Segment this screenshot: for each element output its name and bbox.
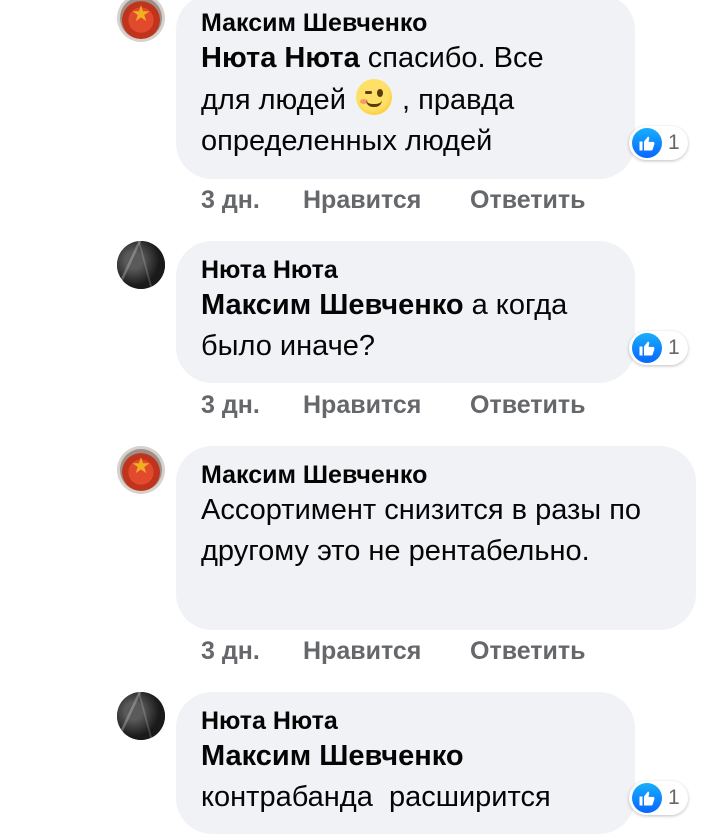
thumbs-up-icon: [632, 333, 662, 363]
reply-button[interactable]: Ответить: [470, 390, 586, 420]
star-icon: ★: [131, 454, 151, 479]
comment-author[interactable]: Нюта Нюта: [201, 255, 610, 285]
comment-text: Максим Шевченко а когда было иначе?: [201, 285, 611, 367]
comment-actions: 3 дн. Нравится Ответить: [201, 185, 586, 215]
comment-bubble: Нюта Нюта Максим Шевченко а когда было и…: [176, 241, 635, 383]
mention-link[interactable]: Максим Шевченко: [201, 289, 464, 321]
profile-photo-icon: [117, 692, 165, 740]
comment-text: Нюта Нюта спасибо. Все для людей , правд…: [201, 38, 601, 162]
comment-timestamp[interactable]: 3 дн.: [201, 390, 303, 420]
reaction-badge[interactable]: 1: [629, 781, 688, 815]
reply-button[interactable]: Ответить: [470, 185, 586, 215]
comment-actions: 3 дн. Нравится Ответить: [201, 636, 586, 666]
avatar[interactable]: ★: [117, 0, 165, 42]
comment-actions: 3 дн. Нравится Ответить: [201, 390, 586, 420]
like-button[interactable]: Нравится: [303, 636, 470, 666]
avatar[interactable]: ★: [117, 446, 165, 494]
avatar[interactable]: [117, 692, 165, 740]
comment-bubble: Максим Шевченко Ассортимент снизится в р…: [176, 446, 696, 630]
comment-bubble: Максим Шевченко Нюта Нюта спасибо. Все д…: [176, 0, 635, 179]
mention-link[interactable]: Максим Шевченко: [201, 740, 464, 772]
comment-timestamp[interactable]: 3 дн.: [201, 185, 303, 215]
comment-author[interactable]: Максим Шевченко: [201, 460, 671, 490]
reaction-count: 1: [668, 786, 680, 809]
thumbs-up-icon: [632, 783, 662, 813]
comment-text: Максим Шевченко контрабанда расширится: [201, 736, 621, 818]
comment-timestamp[interactable]: 3 дн.: [201, 636, 303, 666]
reaction-count: 1: [668, 131, 680, 154]
star-icon: ★: [131, 2, 151, 27]
like-button[interactable]: Нравится: [303, 185, 470, 215]
like-button[interactable]: Нравится: [303, 390, 470, 420]
reaction-badge[interactable]: 1: [629, 126, 688, 160]
comment-text-part: контрабанда расширится: [201, 781, 551, 813]
profile-photo-icon: [117, 241, 165, 289]
reaction-badge[interactable]: 1: [629, 331, 688, 365]
comment-text: Ассортимент снизится в разы по другому э…: [201, 494, 642, 567]
reaction-count: 1: [668, 336, 680, 359]
thumbs-up-icon: [632, 128, 662, 158]
comment-bubble: Нюта Нюта Максим Шевченко контрабанда ра…: [176, 692, 635, 834]
winking-face-emoji-icon: [355, 79, 392, 115]
comment-author[interactable]: Максим Шевченко: [201, 8, 610, 38]
reply-button[interactable]: Ответить: [470, 636, 586, 666]
mention-link[interactable]: Нюта Нюта: [201, 42, 360, 74]
avatar[interactable]: [117, 241, 165, 289]
comment-author[interactable]: Нюта Нюта: [201, 706, 610, 736]
